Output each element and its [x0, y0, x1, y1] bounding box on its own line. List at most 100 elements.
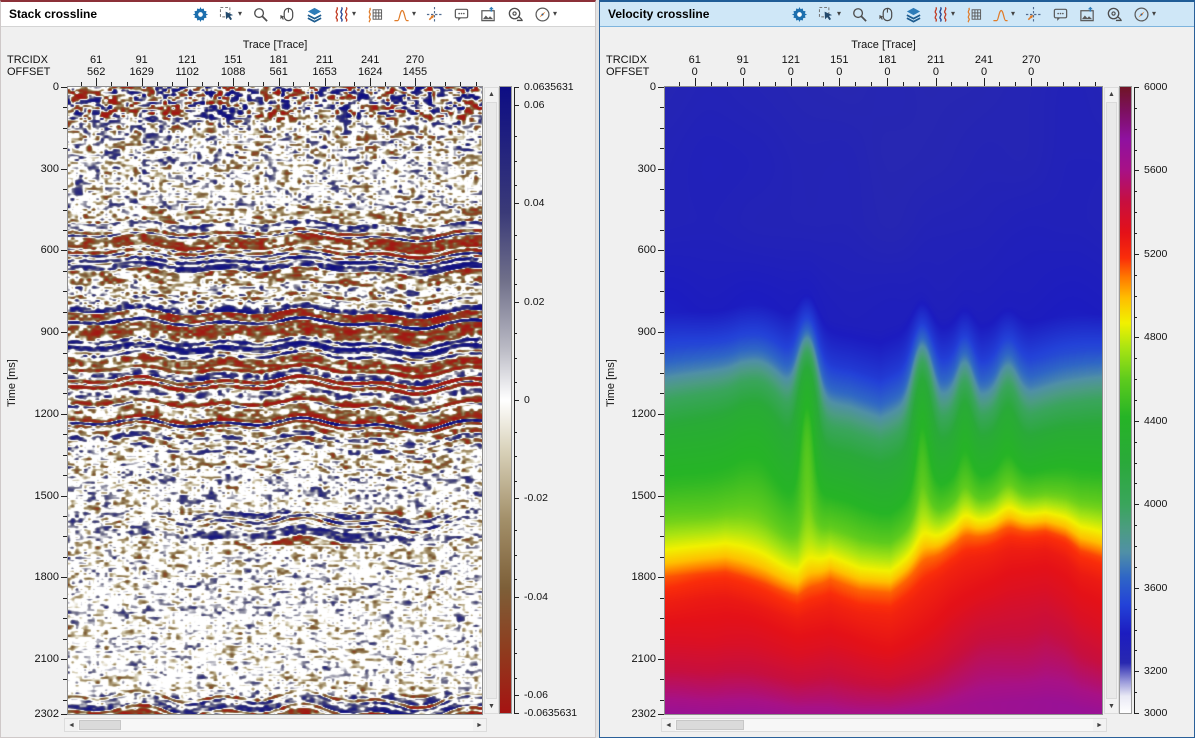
export-image-button[interactable]	[1077, 3, 1098, 25]
scroll-up-button[interactable]: ▲	[485, 88, 498, 101]
colorbar-minor-tick	[514, 555, 517, 556]
time-minor-tick	[660, 639, 664, 640]
vertical-scrollbar[interactable]: ▲ ▼	[1104, 87, 1119, 714]
x-tick	[695, 78, 696, 86]
scroll-down-button[interactable]: ▼	[1105, 700, 1118, 713]
colorbar-tick	[1134, 337, 1139, 338]
settings-gear-button[interactable]	[190, 3, 211, 25]
velocity-colorbar[interactable]	[1120, 87, 1131, 713]
velocity-panel-content: Trace [Trace] TRCIDX OFFSET Time [ms] ▲ …	[600, 27, 1194, 736]
histogram-icon	[992, 6, 1009, 23]
histogram-button[interactable]: ▾	[391, 3, 418, 25]
x-minor-tick	[263, 82, 264, 86]
amplitude-colorbar[interactable]	[500, 87, 511, 713]
scroll-left-button[interactable]: ◄	[65, 719, 78, 731]
table-grid-icon	[366, 6, 383, 23]
time-minor-tick	[63, 618, 67, 619]
x-minor-tick	[1079, 82, 1080, 86]
zoom-magnifier-button[interactable]	[250, 3, 271, 25]
time-tick-label: 600	[612, 244, 656, 256]
time-tick	[658, 250, 664, 251]
offset-value: 0	[862, 66, 912, 78]
annotation-bubble-button[interactable]	[1050, 3, 1071, 25]
x-minor-tick	[711, 82, 712, 86]
crosshair-tracking-icon	[426, 6, 443, 23]
mouse-pointer-button[interactable]	[277, 3, 298, 25]
annotation-bubble-button[interactable]	[451, 3, 472, 25]
colorbar-minor-tick	[1134, 129, 1137, 130]
table-grid-icon	[965, 6, 982, 23]
time-minor-tick	[660, 618, 664, 619]
time-tick-label: 1800	[15, 571, 59, 583]
x-minor-tick	[871, 82, 872, 86]
layers-button[interactable]	[304, 3, 325, 25]
annotation-bubble-icon	[453, 6, 470, 23]
time-tick	[658, 659, 664, 660]
horizontal-scrollbar[interactable]: ◄ ►	[64, 718, 487, 732]
histogram-button[interactable]: ▾	[990, 3, 1017, 25]
time-minor-tick	[63, 516, 67, 517]
horizontal-scroll-thumb[interactable]	[676, 720, 744, 730]
select-tool-button[interactable]: ▾	[816, 3, 843, 25]
mouse-pointer-button[interactable]	[876, 3, 897, 25]
select-tool-button[interactable]: ▾	[217, 3, 244, 25]
vertical-scroll-thumb[interactable]	[486, 102, 497, 699]
colorbar-tick	[1134, 170, 1139, 171]
measure-tape-button[interactable]	[505, 3, 526, 25]
horizontal-scroll-thumb[interactable]	[79, 720, 121, 730]
measure-tape-button[interactable]	[1104, 3, 1125, 25]
colorbar-tick-label: 4400	[1144, 415, 1167, 427]
wiggle-display-button[interactable]: ▾	[930, 3, 957, 25]
x-tick	[1031, 78, 1032, 86]
stack-panel-titlebar[interactable]: Stack crossline ▾▾▾▾	[1, 2, 595, 27]
colorbar-minor-tick	[514, 185, 517, 186]
wiggle-display-button[interactable]: ▾	[331, 3, 358, 25]
vertical-scrollbar[interactable]: ▲ ▼	[484, 87, 499, 714]
export-image-button[interactable]	[478, 3, 499, 25]
compass-button[interactable]: ▾	[532, 3, 559, 25]
offset-value: 0	[670, 66, 720, 78]
time-tick	[61, 250, 67, 251]
time-minor-tick	[63, 107, 67, 108]
colorbar-tick-label: -0.02	[524, 492, 548, 504]
velocity-image[interactable]	[665, 87, 1102, 714]
offset-value: 1653	[300, 66, 350, 78]
scroll-down-button[interactable]: ▼	[485, 700, 498, 713]
layers-button[interactable]	[903, 3, 924, 25]
table-grid-button[interactable]	[364, 3, 385, 25]
zoom-magnifier-button[interactable]	[849, 3, 870, 25]
scroll-left-button[interactable]: ◄	[662, 719, 675, 731]
histogram-icon	[393, 6, 410, 23]
export-image-icon	[1079, 6, 1096, 23]
compass-button[interactable]: ▾	[1131, 3, 1158, 25]
x-minor-tick	[385, 82, 386, 86]
dropdown-caret-icon: ▾	[1011, 10, 1015, 18]
scroll-up-button[interactable]: ▲	[1105, 88, 1118, 101]
colorbar-tick-label: 0.02	[524, 296, 544, 308]
layers-icon	[306, 6, 323, 23]
table-grid-button[interactable]	[963, 3, 984, 25]
colorbar-minor-tick	[1134, 296, 1137, 297]
seismic-stack-image[interactable]	[68, 87, 482, 714]
x-tick	[791, 78, 792, 86]
scroll-right-button[interactable]: ►	[1093, 719, 1106, 731]
time-minor-tick	[63, 312, 67, 313]
x-minor-tick	[339, 82, 340, 86]
colorbar-minor-tick	[1134, 358, 1137, 359]
scroll-right-button[interactable]: ►	[473, 719, 486, 731]
time-tick	[61, 87, 67, 88]
colorbar-tick-label: 3600	[1144, 582, 1167, 594]
horizontal-scrollbar[interactable]: ◄ ►	[661, 718, 1107, 732]
time-tick-label: 1200	[612, 408, 656, 420]
colorbar-minor-tick	[1134, 400, 1137, 401]
crosshair-tracking-button[interactable]	[1023, 3, 1044, 25]
vertical-scroll-thumb[interactable]	[1106, 102, 1117, 699]
crosshair-tracking-button[interactable]	[424, 3, 445, 25]
settings-gear-button[interactable]	[789, 3, 810, 25]
time-minor-tick	[660, 434, 664, 435]
velocity-panel-titlebar[interactable]: Velocity crossline ▾▾▾▾	[600, 2, 1194, 27]
offset-value: 1102	[162, 66, 212, 78]
time-minor-tick	[63, 148, 67, 149]
offset-value: 1455	[390, 66, 440, 78]
time-minor-tick	[63, 210, 67, 211]
